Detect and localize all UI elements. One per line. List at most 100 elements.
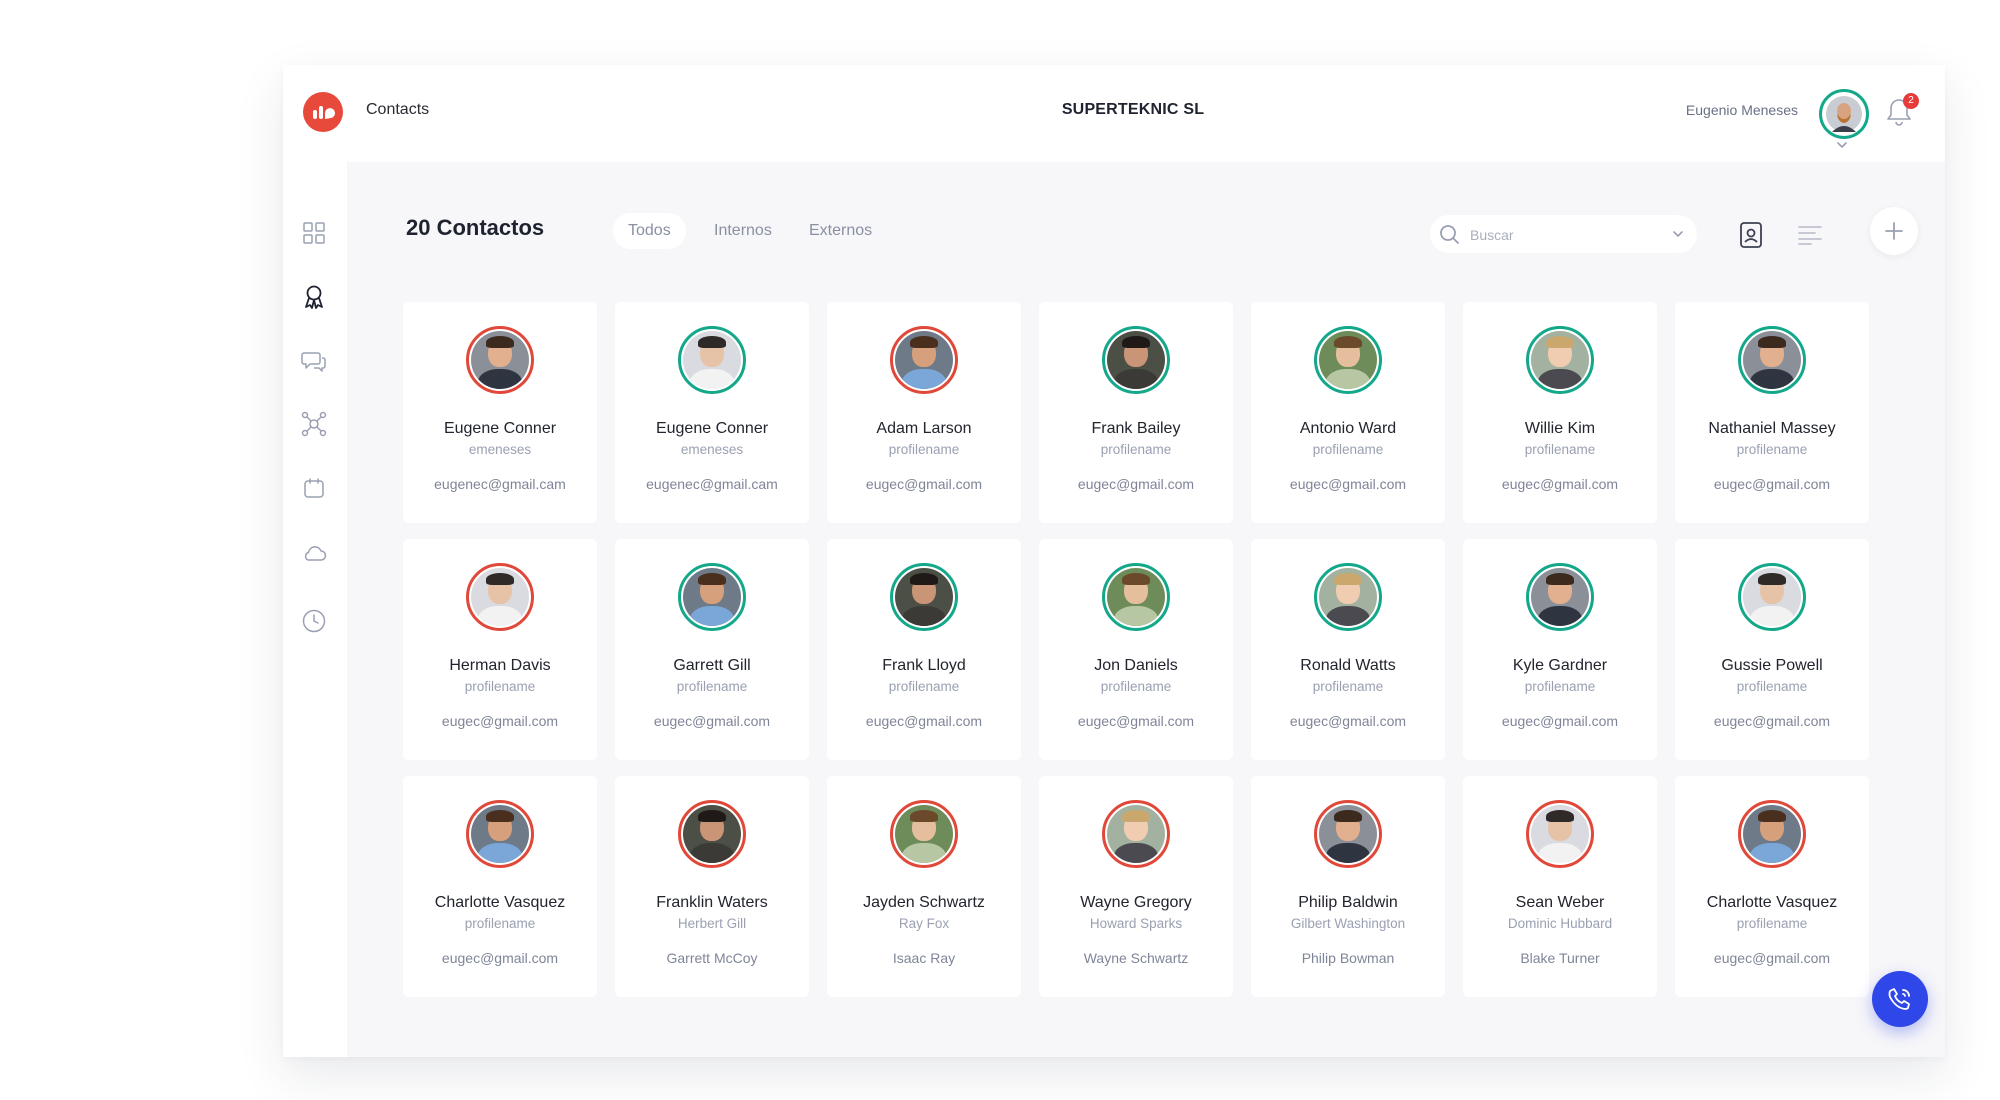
contact-name: Garrett Gill (673, 657, 751, 674)
contact-name: Nathaniel Massey (1708, 420, 1836, 437)
contact-email: eugec@gmail.com (1713, 713, 1831, 729)
chat-icon (301, 352, 326, 372)
tab-todos[interactable]: Todos (613, 213, 686, 249)
contact-card[interactable]: Jayden Schwartz Ray Fox Isaac Ray (827, 776, 1021, 997)
contact-card[interactable]: Adam Larson profilename eugec@gmail.com (827, 302, 1021, 523)
contact-profile: profilename (464, 916, 536, 931)
tab-internos[interactable]: Internos (699, 213, 787, 249)
contact-email: eugec@gmail.com (1289, 713, 1407, 729)
contact-card[interactable]: Charlotte Vasquez profilename eugec@gmail.… (1675, 776, 1869, 997)
contact-card[interactable]: Wayne Gregory Howard Sparks Wayne Schwartz (1039, 776, 1233, 997)
list-icon (1798, 226, 1822, 245)
contact-card[interactable]: Nathaniel Massey profilename eugec@gmail.c… (1675, 302, 1869, 523)
contact-name: Gussie Powell (1721, 657, 1823, 674)
contact-name: Herman Davis (449, 657, 551, 674)
calendar-icon (304, 478, 324, 498)
contact-avatar (678, 563, 746, 631)
contact-card[interactable]: Sean Weber Dominic Hubbard Blake Turner (1463, 776, 1657, 997)
contact-avatar (1738, 563, 1806, 631)
page-title: 20 Contactos (406, 215, 545, 240)
brand-logo[interactable] (303, 92, 343, 132)
contact-avatar (1526, 326, 1594, 394)
contact-card[interactable]: Willie Kim profilename eugec@gmail.com (1463, 302, 1657, 523)
contact-profile: profilename (1736, 442, 1808, 457)
contact-profile: profilename (1524, 679, 1596, 694)
user-avatar[interactable] (1819, 89, 1869, 139)
contact-email: eugec@gmail.com (865, 476, 983, 492)
contact-card[interactable]: Antonio Ward profilename eugec@gmail.com (1251, 302, 1445, 523)
app-title: Contacts (366, 101, 430, 118)
contact-email: eugec@gmail.com (1289, 476, 1407, 492)
sidebar-item-calendar[interactable] (299, 473, 329, 503)
contacts-grid: Eugene Conner emeneses eugenec@gmail.cam Eu… (403, 302, 1869, 997)
search-input[interactable] (1468, 223, 1652, 247)
cloud-icon (304, 546, 327, 561)
contact-avatar (890, 326, 958, 394)
contact-avatar (1102, 563, 1170, 631)
chevron-down-icon[interactable] (1835, 140, 1849, 150)
contact-email: eugec@gmail.com (441, 713, 559, 729)
company-name: SUPERTEKNIC SL (1061, 101, 1205, 118)
contact-card[interactable]: Charlotte Vasquez profilename eugec@gmail.… (403, 776, 597, 997)
contact-card[interactable]: Franklin Waters Herbert Gill Garrett McCoy (615, 776, 809, 997)
user-name[interactable]: Eugenio Meneses (1686, 102, 1798, 118)
contact-profile: emeneses (680, 442, 744, 457)
app-window: Contacts SUPERTEKNIC SL Eugenio Meneses … (283, 65, 1945, 1057)
sidebar-item-contacts[interactable] (299, 282, 329, 312)
contact-avatar (466, 563, 534, 631)
contact-avatar (1102, 326, 1170, 394)
contact-profile: profilename (1312, 442, 1384, 457)
contact-card[interactable]: Kyle Gardner profilename eugec@gmail.com (1463, 539, 1657, 760)
contact-email: Wayne Schwartz (1083, 950, 1189, 966)
list-view-button[interactable] (1795, 220, 1825, 250)
contact-card[interactable]: Herman Davis profilename eugec@gmail.com (403, 539, 597, 760)
contact-name: Jayden Schwartz (863, 894, 985, 911)
chevron-down-icon[interactable] (1672, 230, 1684, 238)
contact-profile: profilename (888, 679, 960, 694)
contact-card[interactable]: Frank Bailey profilename eugec@gmail.com (1039, 302, 1233, 523)
contact-email: Philip Bowman (1301, 950, 1395, 966)
contact-name: Willie Kim (1524, 420, 1596, 437)
tab-externos[interactable]: Externos (794, 213, 887, 249)
contact-avatar (1314, 800, 1382, 868)
add-contact-button[interactable] (1870, 207, 1918, 255)
contact-card[interactable]: Gussie Powell profilename eugec@gmail.com (1675, 539, 1869, 760)
contact-card[interactable]: Jon Daniels profilename eugec@gmail.com (1039, 539, 1233, 760)
search-box[interactable] (1430, 215, 1697, 253)
search-icon (1440, 225, 1459, 244)
contact-card[interactable]: Philip Baldwin Gilbert Washington Philip B… (1251, 776, 1445, 997)
contact-card-icon (1740, 222, 1762, 248)
sidebar-item-cloud[interactable] (299, 538, 329, 568)
contact-profile: profilename (1312, 679, 1384, 694)
sidebar-item-history[interactable] (299, 606, 329, 636)
contact-name: Antonio Ward (1299, 420, 1397, 437)
contact-card[interactable]: Garrett Gill profilename eugec@gmail.com (615, 539, 809, 760)
contact-card[interactable]: Ronald Watts profilename eugec@gmail.com (1251, 539, 1445, 760)
contact-profile: emeneses (468, 442, 532, 457)
contact-card[interactable]: Eugene Conner emeneses eugenec@gmail.cam (615, 302, 809, 523)
card-view-button[interactable] (1736, 220, 1766, 250)
contact-name: Ronald Watts (1300, 657, 1396, 674)
contact-profile: Ray Fox (898, 916, 950, 931)
call-button[interactable] (1872, 971, 1928, 1027)
contact-card[interactable]: Eugene Conner emeneses eugenec@gmail.cam (403, 302, 597, 523)
contact-email: eugec@gmail.com (1077, 476, 1195, 492)
contact-profile: profilename (1736, 679, 1808, 694)
sidebar-item-dashboard[interactable] (299, 218, 329, 248)
sidebar-item-network[interactable] (299, 409, 329, 439)
sidebar-item-messages[interactable] (299, 346, 329, 376)
contact-name: Jon Daniels (1094, 657, 1178, 674)
grid-icon (303, 222, 325, 244)
contact-name: Frank Lloyd (882, 657, 966, 674)
contact-name: Eugene Conner (443, 420, 557, 437)
contact-email: eugec@gmail.com (653, 713, 771, 729)
contact-email: eugec@gmail.com (1501, 713, 1619, 729)
contact-email: Garrett McCoy (666, 950, 758, 966)
contact-card[interactable]: Frank Lloyd profilename eugec@gmail.com (827, 539, 1021, 760)
contact-email: eugec@gmail.com (1077, 713, 1195, 729)
contact-profile: profilename (464, 679, 536, 694)
contact-avatar (1314, 326, 1382, 394)
contact-avatar (1526, 800, 1594, 868)
contact-name: Wayne Gregory (1080, 894, 1192, 911)
contact-avatar (1526, 563, 1594, 631)
